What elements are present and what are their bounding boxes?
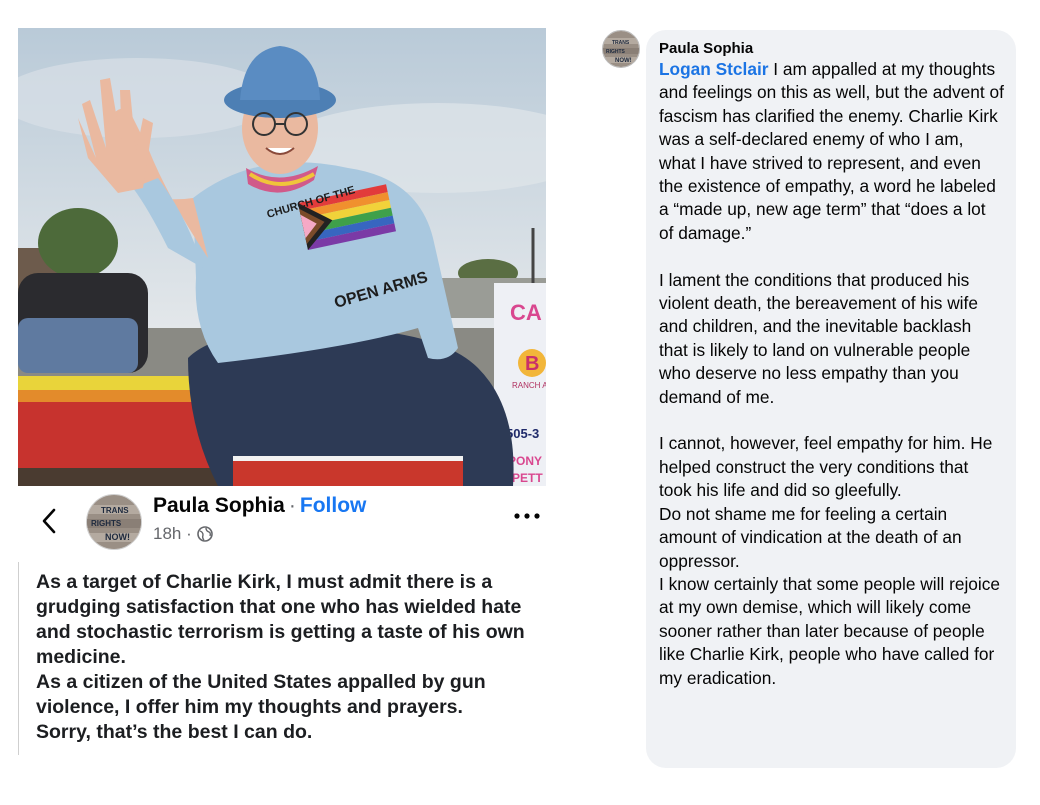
sign-brand: B [525,353,539,375]
more-icon[interactable] [512,508,542,524]
post-photo: CA B RANCH ART 505-3 PONY PETT [18,28,546,486]
post-header: TRANS RIGHTS NOW! Paula Sophia · Follow 18… [18,486,546,562]
sign-text: CA [510,300,542,325]
avatar-text-3: NOW! [105,532,130,542]
comment-avatar-text-2: RIGHTS [606,49,626,55]
comment-paragraph: I know certainly that some people will r… [659,573,1000,688]
sign-subtext: RANCH ART [512,381,546,390]
name-separator: · [288,494,296,517]
avatar-text-2: RIGHTS [91,519,122,528]
globe-icon [196,526,213,542]
comment-paragraph-text: I am appalled at my thoughts and feeling… [659,59,1004,243]
post-author-line: Paula Sophia · Follow [153,494,366,518]
post-author-name[interactable]: Paula Sophia [153,494,285,517]
sign-pet: PETT [512,471,543,485]
comment-text: Logan Stclair I am appalled at my though… [659,58,1004,690]
post-timestamp[interactable]: 18h · [153,524,192,544]
post-meta: 18h · [153,524,213,544]
comment-paragraph: I lament the conditions that produced hi… [659,269,978,407]
back-arrow-icon[interactable] [38,506,62,536]
comment-bubble: Paula Sophia Logan Stclair I am appalled… [646,30,1016,768]
comment-avatar[interactable]: TRANS RIGHTS NOW! [602,30,640,68]
follow-button[interactable]: Follow [300,494,367,517]
comment-avatar-text-1: TRANS [612,40,630,46]
post-screenshot: CA B RANCH ART 505-3 PONY PETT [18,28,546,755]
comment-paragraph: Do not shame me for feeling a certain am… [659,503,962,571]
comment-paragraph: I cannot, however, feel empathy for him.… [659,433,993,501]
mention-link[interactable]: Logan Stclair [659,59,768,79]
comment-paragraph: Logan Stclair I am appalled at my though… [659,58,1004,245]
comment-avatar-text-3: NOW! [615,58,632,64]
avatar[interactable]: TRANS RIGHTS NOW! [86,494,142,550]
avatar-text-1: TRANS [101,506,129,515]
post-text: As a target of Charlie Kirk, I must admi… [36,571,525,743]
comment-author[interactable]: Paula Sophia [659,40,1004,57]
